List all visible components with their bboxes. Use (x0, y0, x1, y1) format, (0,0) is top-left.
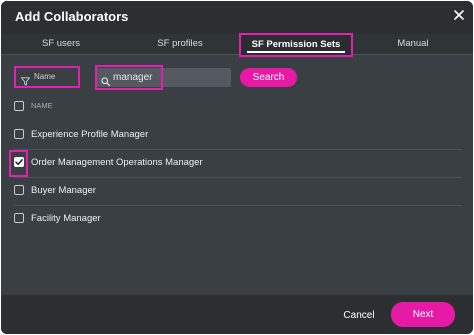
row-checkbox[interactable] (14, 185, 24, 195)
select-all-checkbox[interactable] (14, 101, 24, 111)
cancel-button[interactable]: Cancel (336, 306, 382, 324)
add-collaborators-dialog: Add Collaborators SF users SF profiles S… (1, 1, 473, 334)
next-button[interactable]: Next (391, 302, 455, 327)
tab-manual[interactable]: Manual (353, 34, 473, 54)
dialog-title: Add Collaborators (15, 9, 129, 24)
dialog-footer: Cancel Next (1, 295, 473, 334)
tab-sf-permission-sets[interactable]: SF Permission Sets (239, 33, 353, 57)
dialog-header: Add Collaborators (1, 1, 473, 34)
search-button[interactable]: Search (240, 68, 297, 87)
tab-bar: SF users SF profiles SF Permission Sets … (1, 33, 473, 57)
table-row[interactable]: Order Management Operations Manager (14, 150, 462, 178)
filter-label: Name (34, 72, 56, 81)
close-icon[interactable] (451, 7, 467, 23)
row-label: Facility Manager (31, 213, 101, 224)
table-row[interactable]: Buyer Manager (14, 178, 462, 206)
table-row[interactable]: Facility Manager (14, 206, 462, 233)
search-input[interactable] (113, 68, 223, 87)
row-checkbox[interactable] (14, 157, 24, 167)
search-field (95, 68, 231, 87)
check-icon (15, 159, 23, 166)
tab-sf-users[interactable]: SF users (1, 34, 121, 54)
row-label: Buyer Manager (31, 185, 96, 196)
filter-icon (20, 73, 31, 86)
search-icon (101, 73, 110, 86)
column-header-name: NAME (31, 101, 53, 110)
tab-sf-profiles[interactable]: SF profiles (121, 34, 239, 54)
row-label: Experience Profile Manager (31, 129, 149, 140)
row-checkbox[interactable] (14, 129, 24, 139)
row-label: Order Management Operations Manager (31, 157, 203, 168)
name-filter-dropdown[interactable]: Name (14, 66, 80, 88)
row-checkbox[interactable] (14, 213, 24, 223)
table-row[interactable]: Experience Profile Manager (14, 122, 462, 150)
